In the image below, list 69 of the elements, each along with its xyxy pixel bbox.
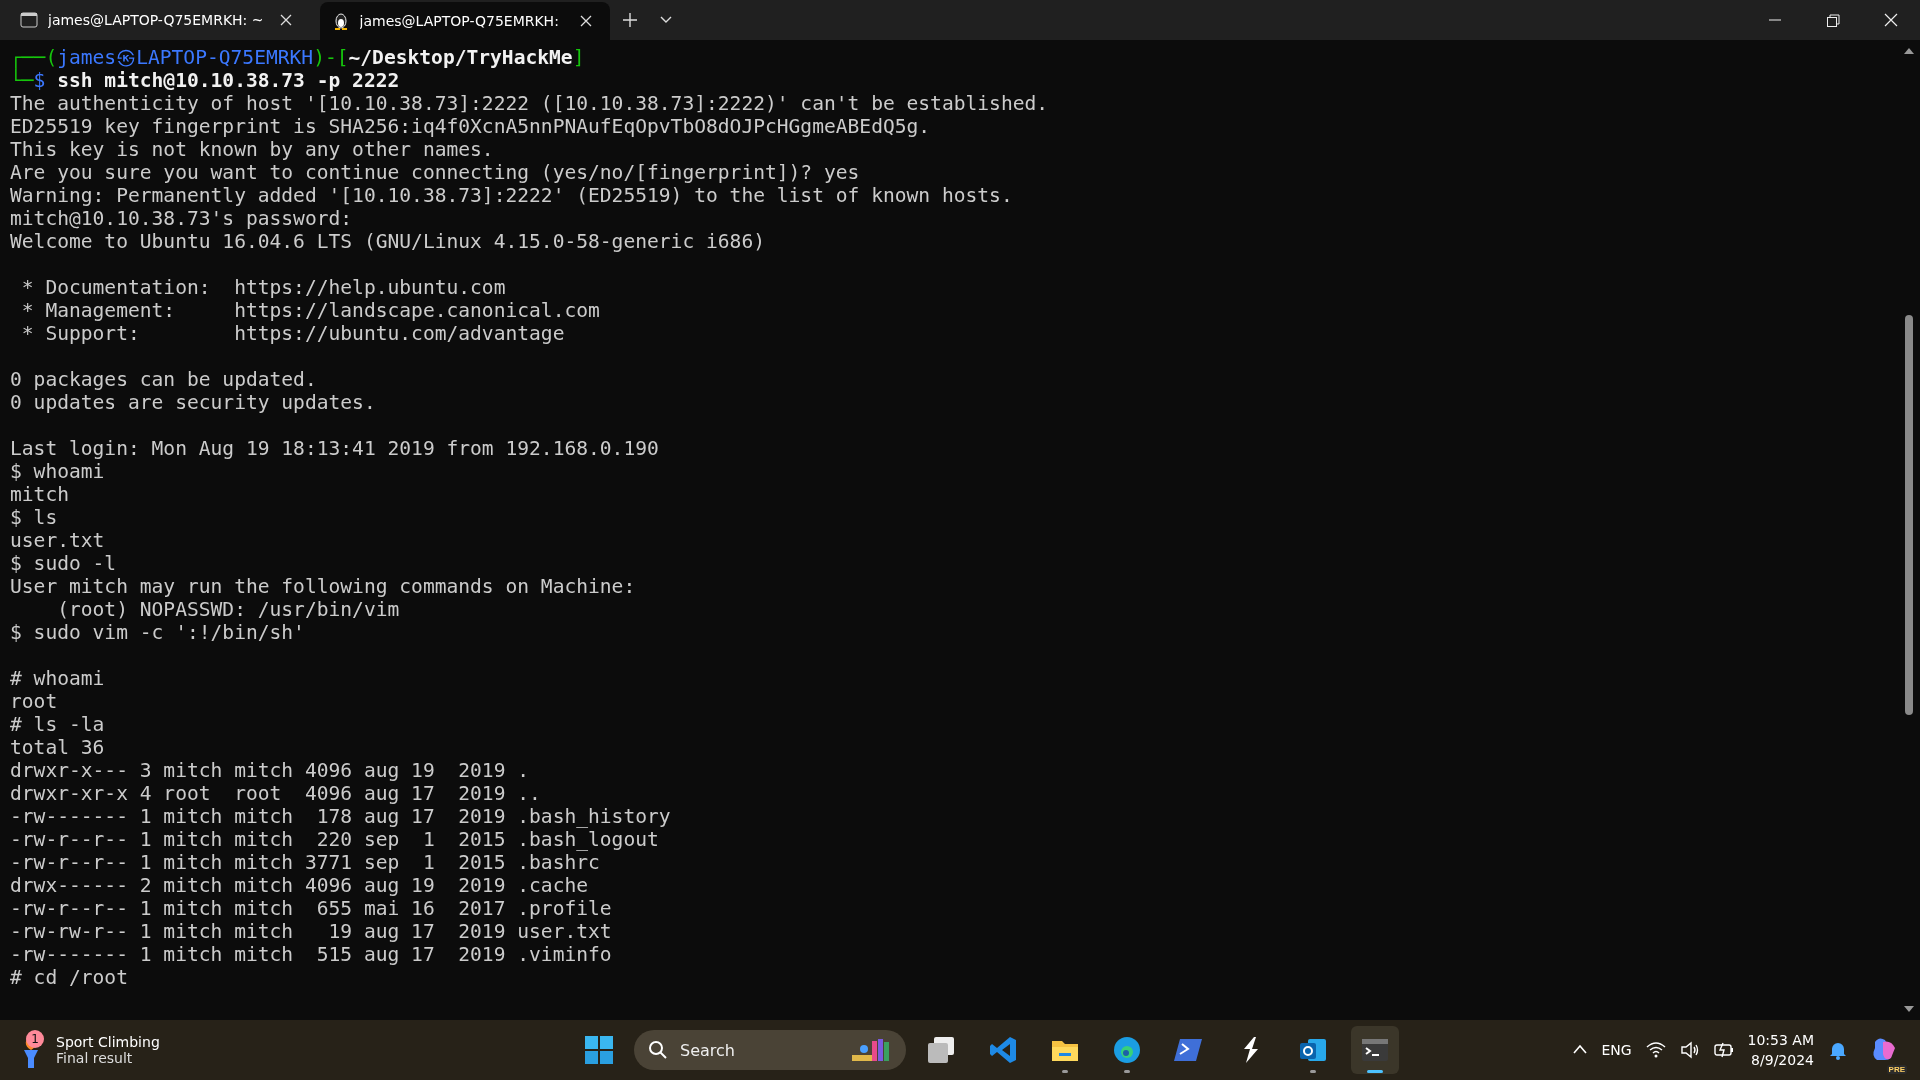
terminal-output-line: drwx------ 2 mitch mitch 4096 aug 19 2019 .cache <box>10 874 590 897</box>
terminal-output-line: mitch@10.10.38.73's password: <box>10 207 354 230</box>
scroll-up-icon <box>1904 46 1914 56</box>
widget-subtitle: Final result <box>56 1050 134 1066</box>
clock-date: 8/9/2024 <box>1751 1051 1814 1070</box>
terminal-output-line: -rw-rw-r-- 1 mitch mitch 19 aug 17 2019 user.txt <box>10 920 613 943</box>
terminal-output-line: drwxr-xr-x 4 root root 4096 aug 17 2019 .. <box>10 782 542 805</box>
terminal-output-line: $ ls <box>10 506 59 529</box>
terminal-tab[interactable]: james@LAPTOP-Q75EMRKH: ~ <box>8 4 310 36</box>
close-icon <box>278 13 293 27</box>
search-icon <box>648 1040 668 1060</box>
books-icon <box>850 1037 892 1063</box>
widget-title: Sport Climbing <box>56 1034 160 1050</box>
terminal-output-line: -rw-r--r-- 1 mitch mitch 3771 sep 1 2015 .bashrc <box>10 851 601 874</box>
terminal-output-line: $ whoami <box>10 460 106 483</box>
close-icon <box>1884 13 1898 27</box>
taskbar-app[interactable] <box>1351 1026 1399 1074</box>
terminal-output-line: (root) NOPASSWD: /usr/bin/vim <box>56 598 401 621</box>
code-editor-icon <box>988 1035 1018 1065</box>
terminal-output-line: ED25519 key fingerprint is SHA256:iq4f0XcnA5nnPNAufEqOpvTbO8dOJPcHGgmeABEdQ5g. <box>10 115 932 138</box>
terminal-output-line: mitch <box>10 483 70 506</box>
restore-icon <box>1826 13 1840 27</box>
terminal-output-line: # ls -la <box>10 713 106 736</box>
terminal-output-line: drwxr-x--- 3 mitch mitch 4096 aug 19 2019 . <box>10 759 531 782</box>
plus-icon <box>622 13 637 27</box>
preview-badge: PRE <box>1886 1065 1907 1074</box>
bell-icon <box>1828 1040 1848 1060</box>
terminal-output-line: # cd /root <box>10 966 129 989</box>
terminal-output-line: -rw-r--r-- 1 mitch mitch 220 sep 1 2015 .bash_logout <box>10 828 660 851</box>
terminal-output-line: # whoami <box>10 667 106 690</box>
terminal-output-line: Last login: Mon Aug 19 18:13:41 2019 from 192.168.0.190 <box>10 437 660 460</box>
tab-title: james@LAPTOP-Q75EMRKH: <box>359 13 560 29</box>
tab-title: james@LAPTOP-Q75EMRKH: ~ <box>48 12 264 28</box>
copilot-button[interactable]: PRE <box>1865 1026 1905 1074</box>
search-field[interactable]: Search <box>634 1030 906 1070</box>
terminal-output-line: User mitch may run the following commands on Machine: <box>10 575 637 598</box>
terminal-output-line: Are you sure you want to continue connecting (yes/no/[fingerprint])? yes <box>10 161 861 184</box>
terminal-output-line: This key is not known by any other names. <box>10 138 495 161</box>
terminal-output-line: root <box>10 690 59 713</box>
terminal-output-line: 0 packages can be updated. <box>10 368 318 391</box>
language-indicator[interactable]: ENG <box>1601 1042 1632 1058</box>
terminal-output-line: user.txt <box>10 529 106 552</box>
command-line: └─$ ssh mitch@10.10.38.73 -p 2222 <box>10 69 401 92</box>
terminal-output-line: * Management: https://landscape.canonical.com <box>20 299 601 322</box>
scrollbar-thumb[interactable] <box>1905 315 1913 715</box>
terminal-output-line: Warning: Permanently added '[10.10.38.73]:2222' (ED25519) to the list of known hosts. <box>10 184 1014 207</box>
terminal-output-line: * Documentation: https://help.ubuntu.com <box>20 276 507 299</box>
terminal-output-line: Welcome to Ubuntu 16.04.6 LTS (GNU/Linux 4.15.0-58-generic i686) <box>10 230 766 253</box>
clock-time: 10:53 AM <box>1747 1031 1814 1050</box>
windows-logo-icon <box>584 1035 614 1065</box>
terminal-output-line: -rw------- 1 mitch mitch 515 aug 17 2019 .viminfo <box>10 943 613 966</box>
terminal-output-line: $ sudo vim -c ':!/bin/sh' <box>10 621 306 644</box>
battery-icon <box>1713 1040 1734 1060</box>
terminal-output-line: 0 updates are security updates. <box>10 391 377 414</box>
prompt-line: ┌──(james㉿LAPTOP-Q75EMRKH)-[~/Desktop/TryHackMe] <box>10 46 586 69</box>
notification-badge: 1 <box>26 1030 44 1048</box>
terminal-output-line: -rw------- 1 mitch mitch 178 aug 17 2019 .bash_history <box>10 805 672 828</box>
terminal-output-line: total 36 <box>10 736 106 759</box>
terminal-tab[interactable]: james@LAPTOP-Q75EMRKH: <box>319 2 610 40</box>
browser-icon <box>1112 1035 1142 1065</box>
console-icon <box>20 11 38 29</box>
close-icon <box>578 14 593 28</box>
speaker-icon <box>1679 1040 1700 1060</box>
terminal-output-line: -rw-r--r-- 1 mitch mitch 655 mai 16 2017 .profile <box>10 897 613 920</box>
wifi-icon <box>1645 1040 1666 1060</box>
terminal-output-line: $ sudo -l <box>10 552 118 575</box>
scroll-down-icon <box>1904 1004 1914 1014</box>
terminal-output-line: * Support: https://ubuntu.com/advantage <box>20 322 566 345</box>
terminal-output-line: The authenticity of host '[10.10.38.73]:2222 ([10.10.38.73]:2222)' can't be established. <box>10 92 1050 115</box>
